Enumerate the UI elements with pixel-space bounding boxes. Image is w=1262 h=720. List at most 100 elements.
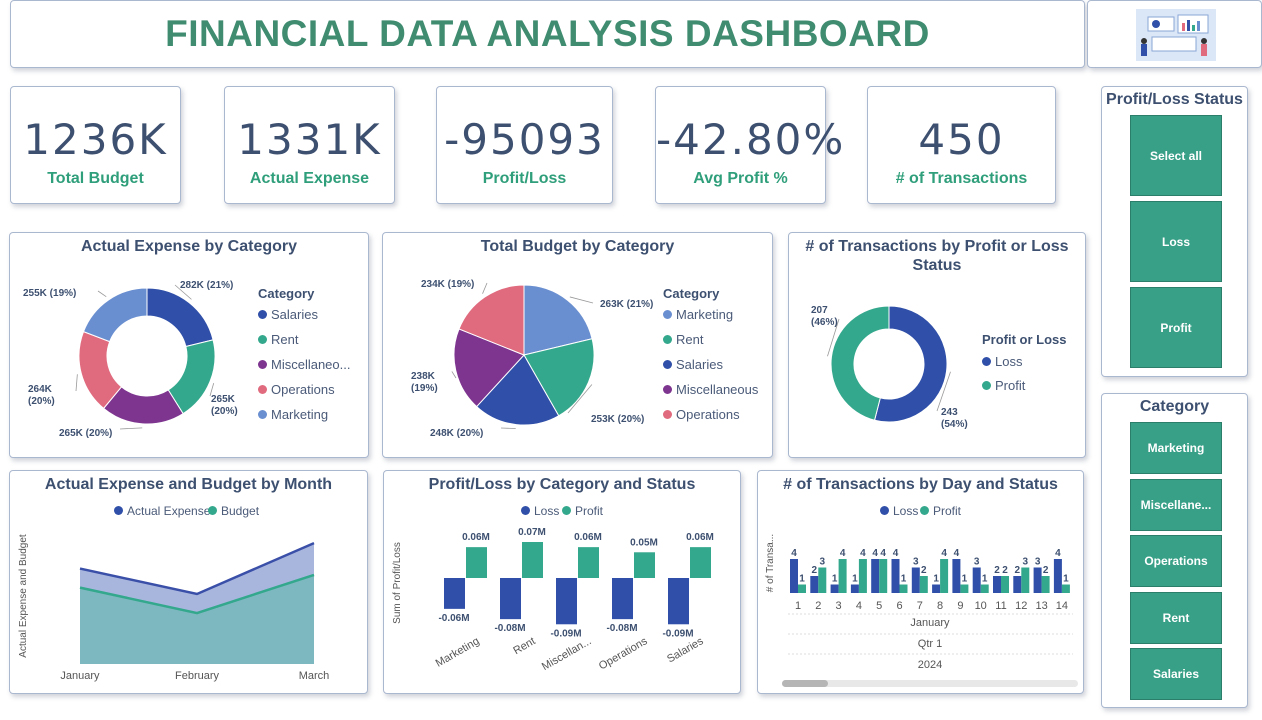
data-label: -0.06M (438, 613, 469, 624)
transactions-by-status-chart[interactable]: # of Transactions by Profit or Loss Stat… (788, 232, 1086, 458)
bar-loss (972, 567, 981, 593)
bar-loss (790, 559, 798, 593)
legend-item-rent[interactable]: Rent (258, 332, 298, 347)
kpi-value: 1331K (237, 115, 382, 164)
kpi-value: -42.80% (656, 115, 846, 164)
data-label: 2 (994, 565, 1000, 576)
kpi-card-transactions: 450 # of Transactions (867, 86, 1056, 204)
data-label: 2 (1015, 565, 1021, 576)
slicer-option-profit[interactable]: Profit (1130, 287, 1222, 368)
data-label: -0.09M (662, 628, 693, 639)
legend-label: Operations (676, 407, 740, 422)
horizontal-scrollbar[interactable] (782, 680, 1078, 687)
bar-profit (466, 547, 487, 578)
data-label: 1 (901, 574, 907, 585)
data-label: 282K (21%) (180, 280, 233, 291)
bar-loss (952, 559, 961, 593)
bar-loss (500, 578, 521, 620)
data-label: 3 (1023, 557, 1029, 568)
actual-expense-by-category-chart[interactable]: Actual Expense by Category 282K (21%) 265… (9, 232, 369, 458)
leader-line (500, 427, 516, 429)
data-label: 0.06M (574, 532, 602, 543)
slicer-option-rent[interactable]: Rent (1130, 592, 1222, 644)
bar-profit (940, 559, 949, 593)
data-label: 1 (799, 574, 805, 585)
legend-item-profit[interactable]: Profit (982, 378, 1025, 393)
data-label: (19%) (411, 383, 438, 394)
data-label: 0.07M (518, 527, 546, 538)
leader-line (451, 371, 457, 379)
bar-profit (578, 547, 599, 578)
slicer-option-select-all[interactable]: Select all (1130, 115, 1222, 196)
legend-dot (663, 385, 672, 394)
data-label: -0.08M (606, 623, 637, 634)
data-label: 1 (1063, 574, 1069, 585)
bar-profit (980, 584, 989, 593)
legend-item-marketing[interactable]: Marketing (663, 307, 733, 322)
x-tick-label: 10 (975, 600, 987, 612)
y-axis-label: Sum of Profit/Loss (392, 542, 403, 624)
bar-loss (444, 578, 465, 609)
slicer-option-marketing[interactable]: Marketing (1130, 422, 1222, 474)
scrollbar-thumb[interactable] (782, 680, 828, 687)
total-budget-by-category-chart[interactable]: Total Budget by Category 263K (21%) 253K … (382, 232, 773, 458)
x-tick-label: 2 (815, 600, 821, 612)
expense-budget-by-month-chart[interactable]: Actual Expense and Budget by Month Actua… (9, 470, 368, 694)
data-label: 264K (28, 384, 53, 395)
data-label: 253K (20%) (591, 414, 644, 425)
pie-chart: 263K (21%) 253K (20%) 248K (20%) 238K(19%) 2… (411, 279, 653, 439)
slicer-option-operations[interactable]: Operations (1130, 535, 1222, 587)
kpi-card-total-budget: 1236K Total Budget (10, 86, 181, 204)
bar-loss (612, 578, 633, 620)
legend-item-miscellaneous[interactable]: Miscellaneo... (258, 357, 350, 372)
data-label: 2 (921, 565, 927, 576)
dashboard-illustration-icon (1136, 9, 1216, 61)
x-hierarchy-label: Qtr 1 (918, 638, 942, 650)
bar-profit (858, 559, 867, 593)
profit-loss-by-category-chart[interactable]: Profit/Loss by Category and Status Loss … (383, 470, 741, 694)
kpi-value: 1236K (23, 115, 168, 164)
legend-item-salaries[interactable]: Salaries (258, 307, 318, 322)
legend-label: Marketing (271, 407, 329, 422)
legend-label: Miscellaneo... (271, 357, 351, 372)
pie-slice (146, 287, 214, 348)
data-label: 4 (941, 548, 947, 559)
slicer-option-loss[interactable]: Loss (1130, 201, 1222, 282)
legend-item-operations[interactable]: Operations (663, 407, 740, 422)
legend-dot (258, 310, 267, 319)
legend-item-loss[interactable]: Loss (982, 354, 1022, 369)
legend-title: Category (258, 286, 315, 301)
legend-dot (663, 335, 672, 344)
data-label: 4 (791, 548, 797, 559)
data-label: 234K (19%) (421, 279, 474, 290)
legend-item-marketing[interactable]: Marketing (258, 407, 328, 422)
legend-label: Salaries (271, 307, 318, 322)
bar-profit (838, 559, 847, 593)
bar-profit (798, 584, 806, 593)
bar-loss (1013, 576, 1022, 593)
data-label: (20%) (211, 406, 238, 417)
x-tick-label: 8 (937, 600, 943, 612)
legend-title: Profit or Loss (982, 332, 1067, 347)
x-hierarchy-label: 2024 (918, 659, 942, 671)
data-label: -0.09M (550, 628, 581, 639)
bar-profit (634, 552, 655, 578)
slicer-title: Profit/Loss Status (1106, 91, 1243, 108)
data-label: 238K (411, 371, 436, 382)
x-tick-label: 3 (836, 600, 842, 612)
legend-item-miscellaneous[interactable]: Miscellaneous (663, 382, 758, 397)
legend-title: Category (663, 286, 720, 301)
leader-line (97, 290, 107, 297)
legend-item-operations[interactable]: Operations (258, 382, 335, 397)
legend-item-salaries[interactable]: Salaries (663, 357, 723, 372)
legend-dot (258, 335, 267, 344)
x-tick-label: 6 (896, 600, 902, 612)
slicer-option-miscellaneous[interactable]: Miscellane... (1130, 479, 1222, 531)
legend-item-rent[interactable]: Rent (663, 332, 703, 347)
transactions-by-day-chart[interactable]: # of Transactions by Day and Status Loss… (757, 470, 1084, 694)
x-tick-label: Rent (511, 635, 537, 657)
pie-slice (82, 287, 148, 343)
area-chart: January February March Actual Expense and B… (18, 534, 329, 682)
x-tick-label: 13 (1035, 600, 1047, 612)
slicer-option-salaries[interactable]: Salaries (1130, 648, 1222, 700)
